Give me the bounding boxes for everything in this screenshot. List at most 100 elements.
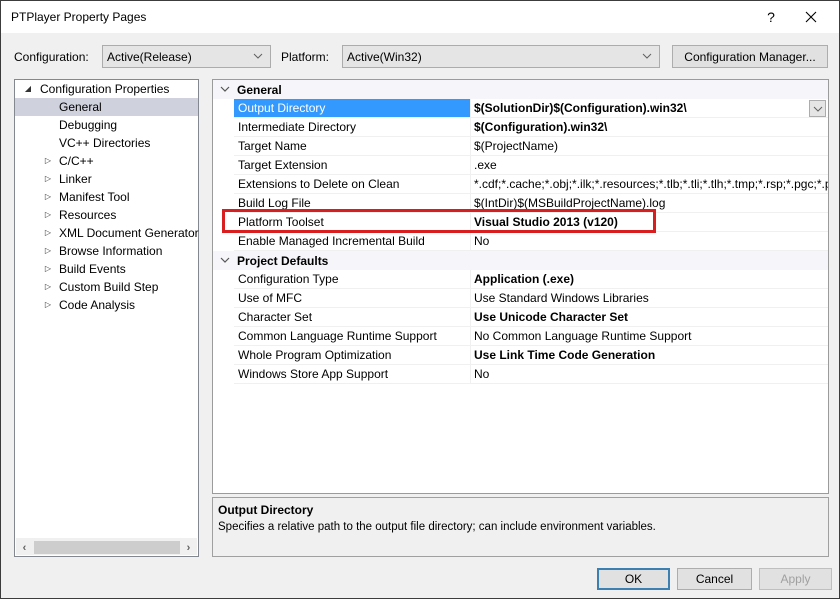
property-name[interactable]: Character Set — [234, 308, 471, 327]
property-name[interactable]: Common Language Runtime Support — [234, 327, 471, 346]
collapsed-triangle-icon[interactable]: ▷ — [43, 260, 53, 278]
collapsed-triangle-icon[interactable]: ▷ — [43, 206, 53, 224]
property-row[interactable]: Build Log File $(IntDir)$(MSBuildProjectN… — [213, 194, 828, 213]
tree-item-c-c[interactable]: ▷ C/C++ — [15, 152, 198, 170]
tree-item-browse-information[interactable]: ▷ Browse Information — [15, 242, 198, 260]
tree-item-manifest-tool[interactable]: ▷ Manifest Tool — [15, 188, 198, 206]
property-value[interactable]: Visual Studio 2013 (v120) — [471, 213, 828, 232]
property-value[interactable]: .exe — [471, 156, 828, 175]
property-value[interactable]: Use Unicode Character Set — [471, 308, 828, 327]
tree-item-vc-directories[interactable]: VC++ Directories — [15, 134, 198, 152]
property-value[interactable]: No Common Language Runtime Support — [471, 327, 828, 346]
tree-item-label: C/C++ — [59, 154, 94, 168]
tree-item-label: Code Analysis — [59, 298, 136, 312]
scroll-left-icon[interactable]: ‹ — [16, 539, 33, 556]
tree-item-linker[interactable]: ▷ Linker — [15, 170, 198, 188]
configuration-toolbar: Configuration: Active(Release) Platform:… — [1, 45, 839, 69]
property-row[interactable]: Extensions to Delete on Clean *.cdf;*.cac… — [213, 175, 828, 194]
category-general[interactable]: General — [213, 80, 828, 99]
property-name[interactable]: Build Log File — [234, 194, 471, 213]
value-dropdown-button[interactable] — [809, 100, 826, 117]
tree-item-resources[interactable]: ▷ Resources — [15, 206, 198, 224]
property-value[interactable]: Use Link Time Code Generation — [471, 346, 828, 365]
property-grid: General Output Directory $(SolutionDir)$(C… — [212, 79, 829, 494]
property-name[interactable]: Extensions to Delete on Clean — [234, 175, 471, 194]
category-label: Project Defaults — [237, 254, 329, 268]
property-row[interactable]: Enable Managed Incremental Build No — [213, 232, 828, 251]
property-row[interactable]: Target Extension .exe — [213, 156, 828, 175]
property-name[interactable]: Target Extension — [234, 156, 471, 175]
chevron-down-icon[interactable] — [219, 83, 231, 95]
platform-label: Platform: — [281, 50, 330, 64]
property-row[interactable]: Common Language Runtime Support No Common… — [213, 327, 828, 346]
tree-item-custom-build-step[interactable]: ▷ Custom Build Step — [15, 278, 198, 296]
property-value[interactable]: Application (.exe) — [471, 270, 828, 289]
property-name[interactable]: Target Name — [234, 137, 471, 156]
property-row[interactable]: Use of MFC Use Standard Windows Libraries — [213, 289, 828, 308]
collapsed-triangle-icon[interactable]: ▷ — [43, 278, 53, 296]
ok-button[interactable]: OK — [597, 568, 670, 590]
scrollbar-thumb[interactable] — [34, 541, 180, 554]
property-name[interactable]: Output Directory — [234, 99, 471, 118]
tree-item-label: Debugging — [59, 118, 118, 132]
property-value[interactable]: $(Configuration).win32\ — [471, 118, 828, 137]
tree-item-xml-document-generator[interactable]: ▷ XML Document Generator — [15, 224, 199, 242]
window-title: PTPlayer Property Pages — [11, 10, 147, 24]
tree-item-label: Custom Build Step — [59, 280, 159, 294]
property-name[interactable]: Configuration Type — [234, 270, 471, 289]
collapsed-triangle-icon[interactable]: ▷ — [43, 224, 53, 242]
collapsed-triangle-icon[interactable]: ▷ — [43, 188, 53, 206]
property-row[interactable]: Configuration Type Application (.exe) — [213, 270, 828, 289]
cancel-button[interactable]: Cancel — [677, 568, 752, 590]
configuration-manager-button[interactable]: Configuration Manager... — [672, 45, 828, 68]
property-value[interactable]: $(IntDir)$(MSBuildProjectName).log — [471, 194, 828, 213]
property-value[interactable]: No — [471, 365, 828, 384]
platform-dropdown[interactable]: Active(Win32) — [342, 45, 660, 68]
configuration-dropdown[interactable]: Active(Release) — [102, 45, 271, 68]
collapsed-triangle-icon[interactable]: ▷ — [43, 296, 53, 314]
tree-item-label: Browse Information — [59, 244, 163, 258]
help-button[interactable]: ? — [753, 1, 789, 33]
property-name[interactable]: Platform Toolset — [234, 213, 471, 232]
property-name[interactable]: Whole Program Optimization — [234, 346, 471, 365]
expanded-triangle-icon[interactable]: ◢ — [23, 80, 33, 98]
tree-item-label: Manifest Tool — [59, 190, 130, 204]
scroll-right-icon[interactable]: › — [180, 539, 197, 556]
property-value[interactable]: No — [471, 232, 828, 251]
collapsed-triangle-icon[interactable]: ▷ — [43, 170, 53, 188]
collapsed-triangle-icon[interactable]: ▷ — [43, 242, 53, 260]
configuration-value: Active(Release) — [107, 50, 192, 64]
property-row[interactable]: Output Directory $(SolutionDir)$(Configur… — [213, 99, 828, 118]
tree-item-build-events[interactable]: ▷ Build Events — [15, 260, 198, 278]
tree-horizontal-scrollbar[interactable]: ‹ › — [16, 538, 197, 555]
help-icon: ? — [767, 9, 775, 25]
tree-item-debugging[interactable]: Debugging — [15, 116, 198, 134]
tree-item-general[interactable]: General — [15, 98, 198, 116]
tree-item-code-analysis[interactable]: ▷ Code Analysis — [15, 296, 198, 314]
apply-button[interactable]: Apply — [759, 568, 832, 590]
property-value[interactable]: $(ProjectName) — [471, 137, 828, 156]
property-row[interactable]: Character Set Use Unicode Character Set — [213, 308, 828, 327]
description-title: Output Directory — [218, 503, 314, 517]
property-value[interactable]: Use Standard Windows Libraries — [471, 289, 828, 308]
property-name[interactable]: Windows Store App Support — [234, 365, 471, 384]
chevron-down-icon[interactable] — [219, 254, 231, 266]
property-name[interactable]: Use of MFC — [234, 289, 471, 308]
property-tree: ◢ Configuration Properties General Debugg… — [14, 79, 199, 557]
category-project-defaults[interactable]: Project Defaults — [213, 251, 828, 270]
collapsed-triangle-icon[interactable]: ▷ — [43, 152, 53, 170]
property-name[interactable]: Enable Managed Incremental Build — [234, 232, 471, 251]
property-row[interactable]: Whole Program Optimization Use Link Time … — [213, 346, 828, 365]
close-button[interactable] — [793, 1, 829, 33]
description-panel: Output Directory Specifies a relative pa… — [212, 497, 829, 557]
tree-item-label: Linker — [59, 172, 92, 186]
property-value[interactable]: *.cdf;*.cache;*.obj;*.ilk;*.resources;*.… — [471, 175, 828, 194]
tree-item-label: Resources — [59, 208, 117, 222]
property-value[interactable]: $(SolutionDir)$(Configuration).win32\ — [471, 99, 828, 118]
property-row[interactable]: Target Name $(ProjectName) — [213, 137, 828, 156]
property-row[interactable]: Platform Toolset Visual Studio 2013 (v120… — [213, 213, 828, 232]
property-name[interactable]: Intermediate Directory — [234, 118, 471, 137]
property-row[interactable]: Windows Store App Support No — [213, 365, 828, 384]
property-row[interactable]: Intermediate Directory $(Configuration).w… — [213, 118, 828, 137]
tree-root-configuration-properties[interactable]: ◢ Configuration Properties — [15, 80, 198, 98]
